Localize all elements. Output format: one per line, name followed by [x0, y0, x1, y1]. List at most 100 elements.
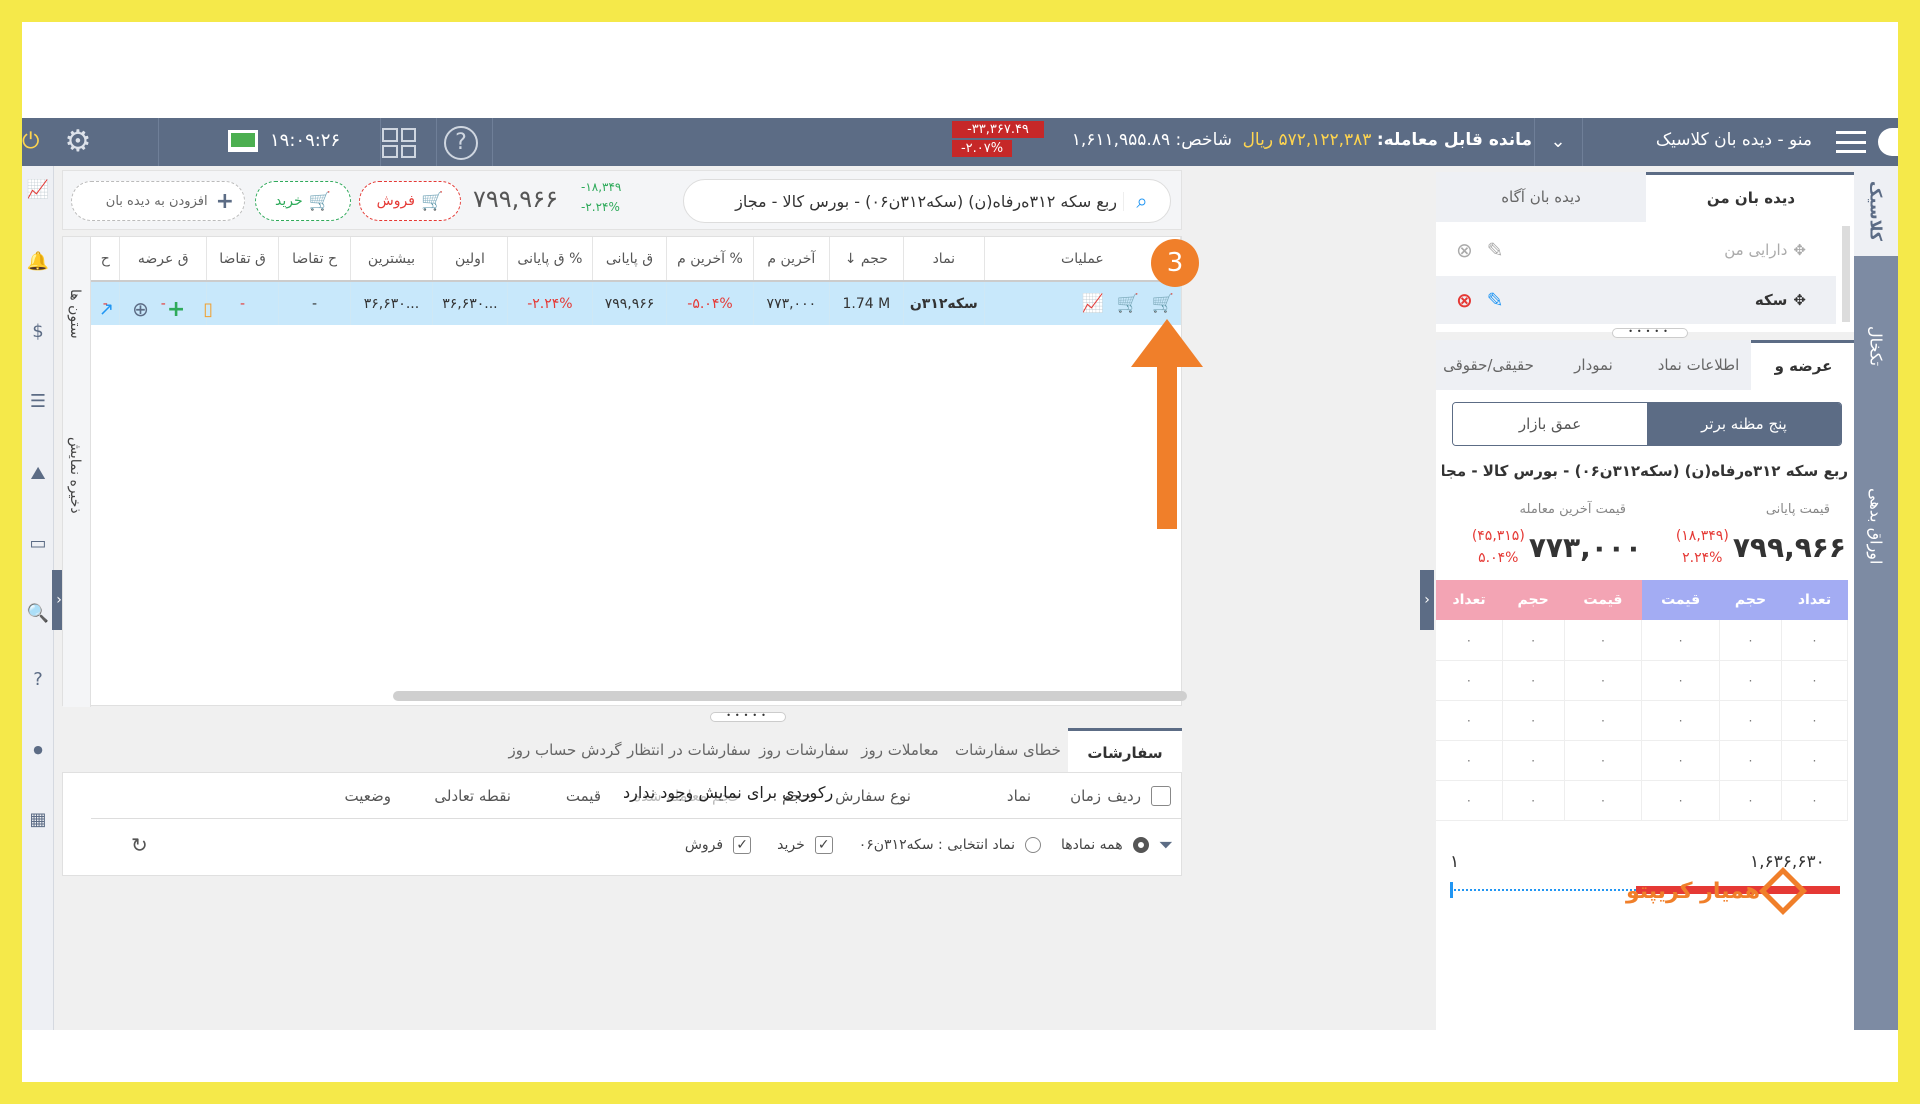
col-close-pct[interactable]: % ق پایانی	[507, 237, 593, 281]
hamburger-menu-icon[interactable]	[1836, 131, 1866, 153]
watermark-text: همیار کریپتو	[1626, 878, 1761, 904]
target-icon[interactable]: ⊕	[132, 297, 149, 321]
edit-icon[interactable]: ✎	[1487, 238, 1504, 262]
columns-toggle[interactable]: ستون ها	[67, 289, 83, 339]
watchlist-item[interactable]: ✥ سکه ✎ ⊗	[1436, 276, 1836, 324]
col-first[interactable]: اولین	[432, 237, 508, 281]
buy-filter-checkbox[interactable]: ✓	[814, 836, 833, 854]
chevron-down-icon[interactable]: ⌄	[1542, 128, 1574, 156]
tab-classic[interactable]: کلاسیک	[1854, 166, 1898, 256]
code-badge-icon[interactable]: ●	[24, 736, 52, 764]
selected-symbol-radio[interactable]	[1025, 837, 1042, 853]
add-icon[interactable]: +	[167, 297, 185, 322]
order-book-row[interactable]: ۰۰۰۰۰۰	[1436, 660, 1849, 701]
power-icon[interactable]: ⏻	[22, 128, 39, 156]
presentation-icon[interactable]: ▭	[24, 530, 52, 558]
tab-bonds[interactable]: اوراق بدهی	[1854, 436, 1898, 616]
bell-icon[interactable]: 🔔	[24, 248, 52, 276]
right-collapse-handle[interactable]: ›	[1420, 570, 1434, 630]
cell-close-pct: -۲.۲۴%	[507, 281, 593, 325]
mountain-chart-icon[interactable]: ⛰	[24, 460, 52, 488]
orders-panel: ردیف زمان نماد نوع سفارش حجم حجم معامله …	[62, 772, 1182, 876]
last-price-pct: ۵.۰۴%	[1478, 550, 1519, 566]
dollar-icon[interactable]: $	[24, 318, 52, 346]
buy-button[interactable]: 🛒 خرید	[255, 181, 351, 221]
question-chat-icon[interactable]: ?	[24, 666, 52, 694]
menu-title[interactable]: منو - دیده بان کلاسیک	[1612, 130, 1812, 150]
ob-col-sell-price: قیمت	[1564, 580, 1642, 620]
col-volume[interactable]: حجم ↓	[829, 237, 904, 281]
tab-supply-demand[interactable]: عرضه و تقاضا	[1751, 340, 1856, 421]
tab-pending-orders[interactable]: سفارشات در انتظار	[622, 728, 756, 772]
col-order-price: قیمت	[565, 786, 601, 805]
close-price-block: قیمت پایانی ۷۹۹,۹۶۶ (۱۸,۳۴۹) ۲.۲۴%	[1646, 502, 1846, 569]
watchlist-scrollbar[interactable]	[1842, 226, 1850, 322]
watchlist-item[interactable]: ✥ دارایی من ✎ ⊗	[1436, 228, 1836, 272]
search-doc-icon[interactable]: 🔍	[24, 600, 52, 628]
tab-day-trades[interactable]: معاملات روز	[852, 728, 948, 772]
col-high[interactable]: بیشترین	[350, 237, 433, 281]
order-book-row[interactable]: ۰۰۰۰۰۰	[1436, 620, 1849, 661]
symbol-search-box[interactable]: ⌕ ربع سکه ۳۱۲ه‌رفاه(ن) (سکه۳۱۲ن۰۶) - بور…	[683, 179, 1171, 223]
filter-icon[interactable]: ⏷	[1159, 835, 1173, 856]
list-icon[interactable]: ☰	[24, 388, 52, 416]
add-to-watchlist-label: افزودن به دیده بان	[105, 193, 208, 209]
chart-icon[interactable]: 📈	[24, 176, 52, 204]
horizontal-scrollbar[interactable]	[393, 691, 1187, 701]
sell-filter-checkbox[interactable]: ✓	[733, 836, 752, 854]
sell-cart-icon[interactable]: 🛒	[1117, 293, 1139, 314]
report-icon[interactable]: ▦	[24, 806, 52, 834]
tab-order-errors[interactable]: خطای سفارشات	[948, 728, 1068, 772]
tab-individual-legal[interactable]: حقیقی/حقوقی	[1436, 340, 1541, 390]
panel-resize-handle[interactable]: •••••	[1612, 328, 1688, 338]
tab-day-orders[interactable]: سفارشات روز	[756, 728, 852, 772]
tab-agah-watchlist[interactable]: دیده بان آگاه	[1436, 172, 1646, 222]
edit-icon[interactable]: ✎	[1487, 288, 1504, 312]
cell-symbol[interactable]: سکه۳۱۲ن	[903, 281, 985, 325]
order-book-row[interactable]: ۰۰۰۰۰۰	[1436, 700, 1849, 741]
tab-top-five[interactable]: پنج مظنه برتر	[1647, 403, 1841, 445]
drag-handle-icon[interactable]: ✥	[1793, 241, 1806, 259]
col-h[interactable]: ح	[91, 237, 121, 281]
buy-cart-icon[interactable]: 🛒	[1152, 293, 1174, 314]
tab-market-depth[interactable]: عمق بازار	[1453, 403, 1647, 445]
tab-account-turnover[interactable]: گردش حساب روز	[508, 728, 622, 772]
delete-icon[interactable]: ⊗	[1456, 288, 1473, 312]
col-symbol[interactable]: نماد	[903, 237, 985, 281]
tab-symbol-info[interactable]: اطلاعات نماد	[1646, 340, 1751, 390]
chart-line-icon[interactable]: 📈	[1082, 293, 1104, 314]
settings-gear-icon[interactable]: ⚙	[60, 126, 96, 158]
tab-chart[interactable]: نمودار	[1541, 340, 1646, 390]
refresh-icon[interactable]: ↻	[131, 833, 148, 857]
col-ask[interactable]: ق عرضه	[119, 237, 208, 281]
grid-resize-handle[interactable]: •••••	[710, 712, 786, 722]
document-icon[interactable]: ▯	[203, 299, 213, 320]
col-last[interactable]: آخرین م	[753, 237, 830, 281]
col-bid[interactable]: ق تقاضا	[206, 237, 280, 281]
app-logo-icon	[1878, 128, 1898, 156]
sell-button[interactable]: 🛒 فروش	[359, 181, 461, 221]
tab-my-watchlist[interactable]: دیده بان من	[1646, 172, 1856, 222]
layout-grid-icon[interactable]	[382, 128, 416, 158]
order-book-row[interactable]: ۰۰۰۰۰۰	[1436, 780, 1849, 821]
all-symbols-radio[interactable]	[1132, 837, 1149, 853]
delete-icon[interactable]: ⊗	[1456, 238, 1473, 262]
tab-single[interactable]: تکخال	[1854, 266, 1898, 426]
drag-handle-icon[interactable]: ✥	[1793, 291, 1806, 309]
tab-active-orders[interactable]: سفارشات فعال	[1068, 728, 1182, 806]
index-readout: شاخص: ۱,۶۱۱,۹۵۵.۸۹	[1052, 130, 1232, 150]
grid-side-toolbar: ستون ها ذخیره نمایش	[63, 237, 91, 707]
symbol-search-text: ربع سکه ۳۱۲ه‌رفاه(ن) (سکه۳۱۲ن۰۶) - بورس …	[735, 191, 1124, 211]
table-row[interactable]: 🛒 🛒 📈 سکه۳۱۲ن 1.74 M ۷۷۳,۰۰۰ -۵.۰۴% ۷۹۹,…	[91, 281, 1182, 325]
select-all-checkbox[interactable]	[1151, 785, 1171, 806]
last-price-block: قیمت آخرین معامله ۷۷۳,۰۰۰ (۴۵,۳۱۵) ۵.۰۴%	[1436, 502, 1642, 569]
order-book-row[interactable]: ۰۰۰۰۰۰	[1436, 740, 1849, 781]
symbol-price: ۷۹۹,۹۶۶	[473, 185, 558, 213]
help-icon[interactable]: ?	[444, 126, 478, 160]
add-to-watchlist-button[interactable]: + افزودن به دیده بان	[71, 181, 245, 221]
save-view-toggle[interactable]: ذخیره نمایش	[67, 437, 83, 514]
col-last-pct[interactable]: % آخرین م	[666, 237, 754, 281]
col-close[interactable]: ق پایانی	[592, 237, 668, 281]
open-external-icon[interactable]: ↗	[99, 299, 114, 320]
col-bid-vol[interactable]: ح تقاضا	[278, 237, 351, 281]
